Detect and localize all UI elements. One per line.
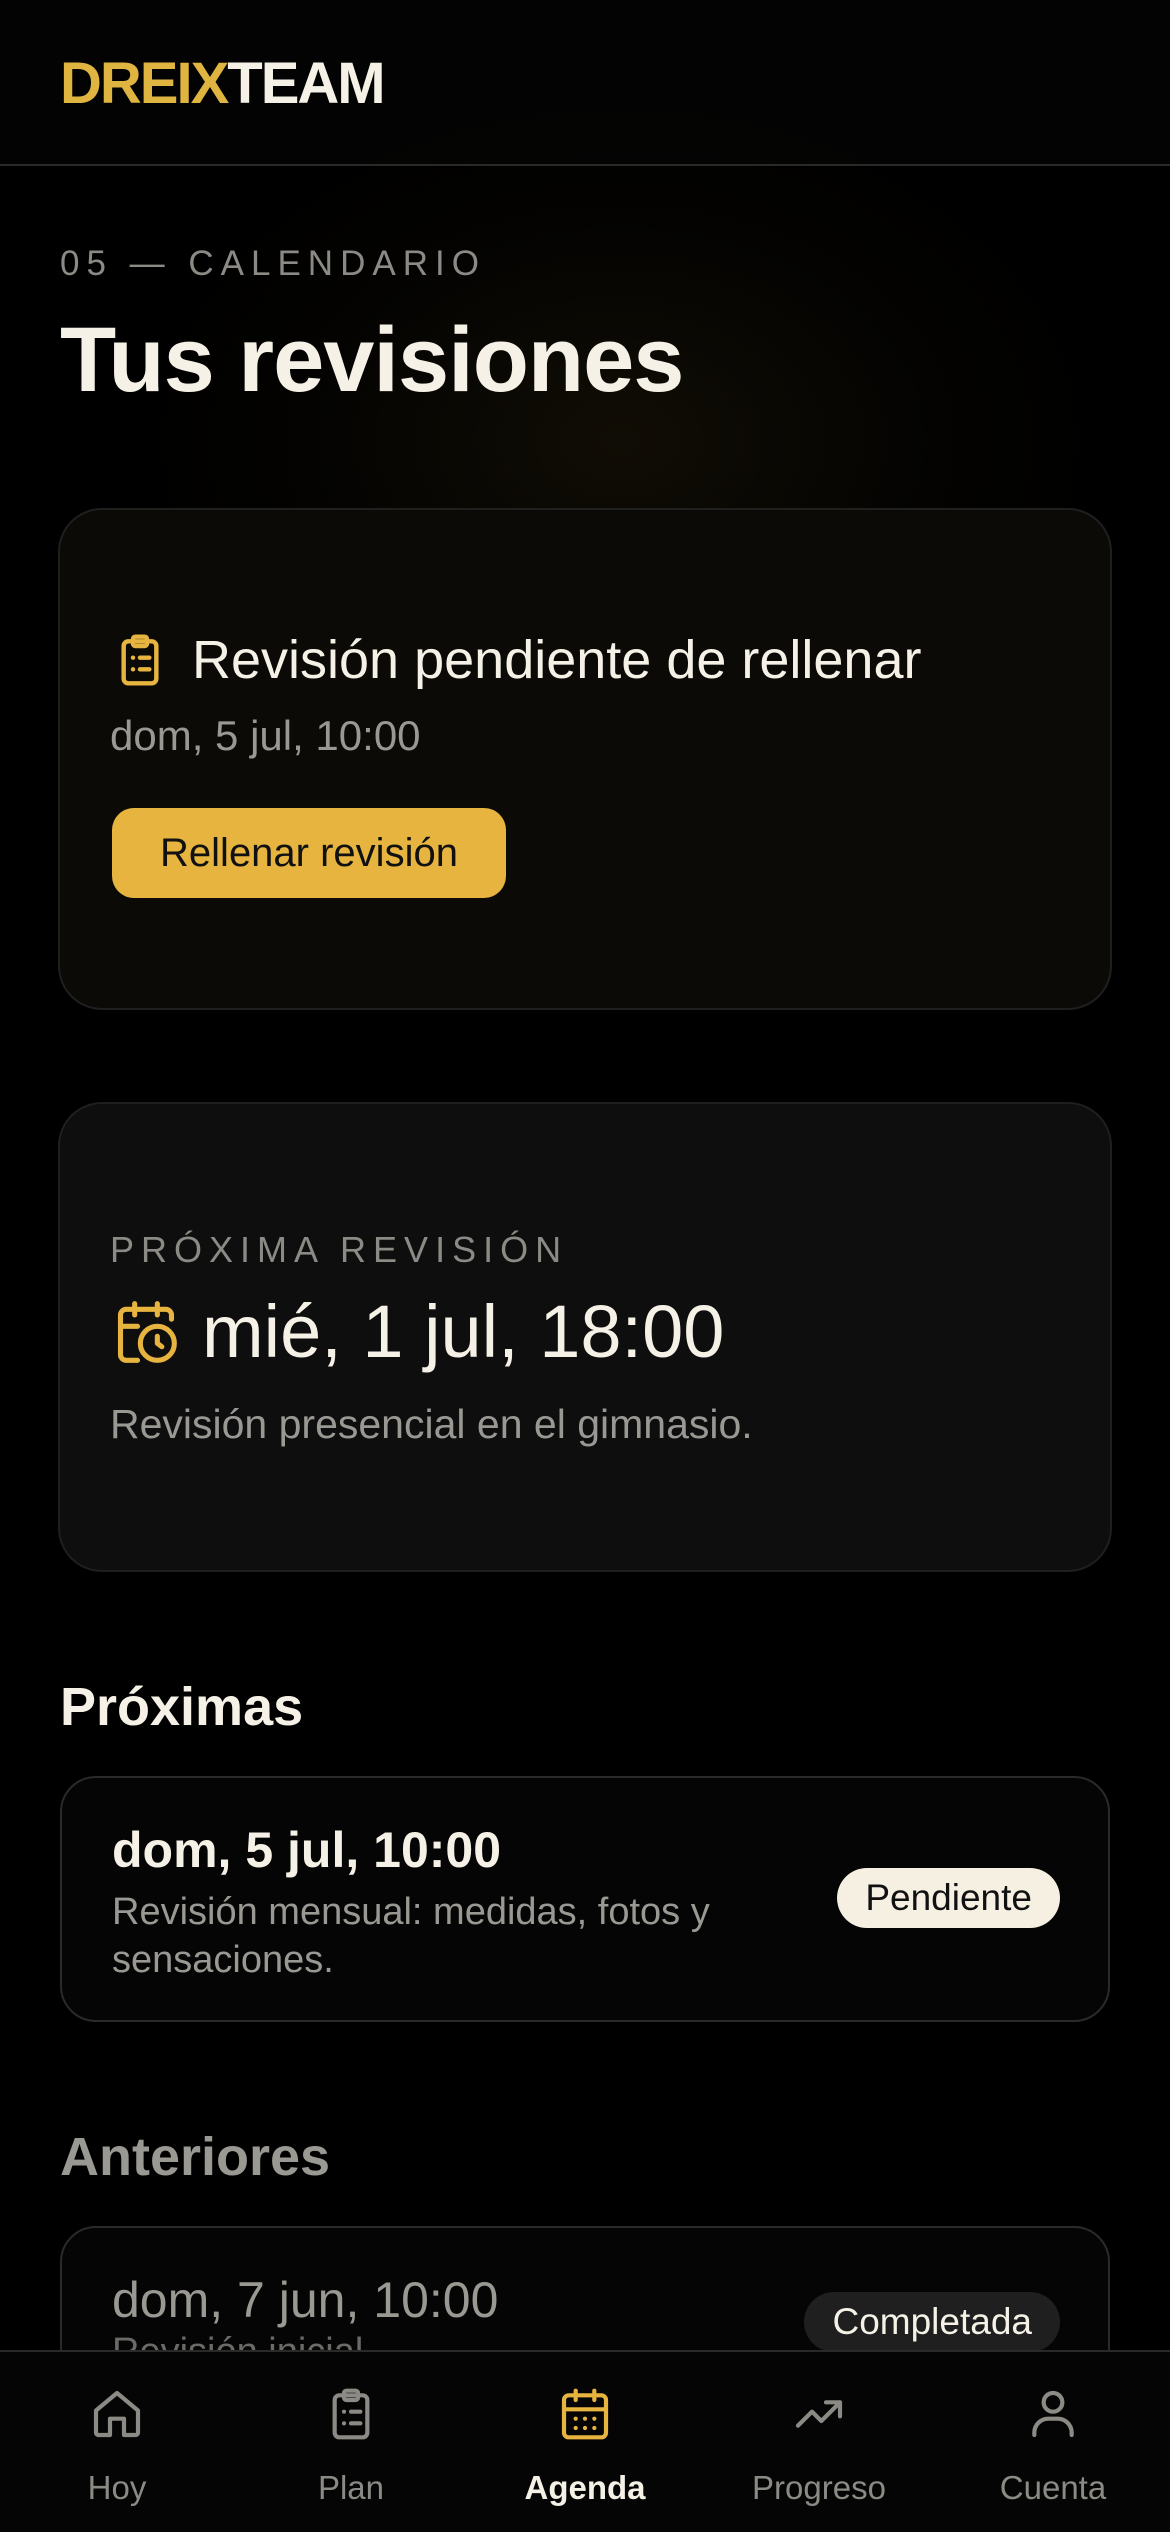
pending-review-title: Revisión pendiente de rellenar: [192, 630, 922, 690]
logo[interactable]: DREIXTEAM: [60, 51, 386, 116]
pending-review-heading: Revisión pendiente de rellenar: [112, 630, 921, 690]
logo-part-1: DREIX: [60, 51, 229, 116]
nav-item-cuenta[interactable]: Cuenta: [936, 2352, 1170, 2532]
status-badge: Completada: [804, 2292, 1060, 2352]
home-icon: [93, 2390, 141, 2438]
calendar-icon: [561, 2388, 609, 2440]
next-review-description: Revisión presencial en el gimnasio.: [110, 1401, 753, 1447]
page-title: Tus revisiones: [60, 309, 684, 411]
nav-label: Progreso: [752, 2469, 886, 2506]
nav-label: Plan: [317, 2469, 385, 2506]
next-review-card: PRÓXIMA REVISIÓN mié, 1 jul, 18:00 Revis…: [58, 1102, 1112, 1572]
bottom-nav: Hoy Plan Agenda Progreso Cuenta: [0, 2350, 1170, 2532]
logo-part-2: TEAM: [227, 51, 385, 116]
nav-item-agenda[interactable]: Agenda: [468, 2352, 702, 2532]
section-eyebrow: 05 — CALENDARIO: [60, 244, 486, 283]
next-review-date: mié, 1 jul, 18:00: [202, 1290, 725, 1373]
review-item-date: dom, 5 jul, 10:00: [112, 1822, 502, 1878]
nav-label: Agenda: [524, 2469, 646, 2506]
app-screen: DREIXTEAM 05 — CALENDARIO Tus revisiones…: [0, 0, 1170, 2532]
nav-label: Hoy: [87, 2469, 147, 2506]
user-icon: [1032, 2390, 1074, 2438]
previous-section-title: Anteriores: [60, 2127, 331, 2187]
nav-item-progreso[interactable]: Progreso: [702, 2352, 936, 2532]
clipboard-icon: [332, 2388, 370, 2440]
next-review-label: PRÓXIMA REVISIÓN: [110, 1229, 569, 1270]
nav-label: Cuenta: [999, 2469, 1107, 2506]
nav-item-hoy[interactable]: Hoy: [0, 2352, 234, 2532]
upcoming-section-title: Próximas: [60, 1677, 304, 1737]
nav-item-plan[interactable]: Plan: [234, 2352, 468, 2532]
next-review-heading: mié, 1 jul, 18:00: [112, 1290, 724, 1374]
trending-up-icon: [795, 2400, 843, 2428]
upcoming-review-item[interactable]: dom, 5 jul, 10:00 Revisión mensual: medi…: [60, 1776, 1110, 2022]
fill-review-button[interactable]: Rellenar revisión: [112, 808, 506, 898]
pending-review-date: dom, 5 jul, 10:00: [110, 712, 421, 759]
review-item-date: dom, 7 jun, 10:00: [112, 2272, 499, 2328]
calendar-clock-icon: [117, 1301, 177, 1363]
review-item-description: Revisión mensual: medidas, fotos y sensa…: [112, 1891, 710, 1981]
pending-review-card: Revisión pendiente de rellenar dom, 5 ju…: [58, 508, 1112, 1010]
clipboard-list-icon: [121, 634, 159, 686]
status-badge: Pendiente: [837, 1868, 1060, 1928]
top-bar: DREIXTEAM: [0, 0, 1170, 166]
